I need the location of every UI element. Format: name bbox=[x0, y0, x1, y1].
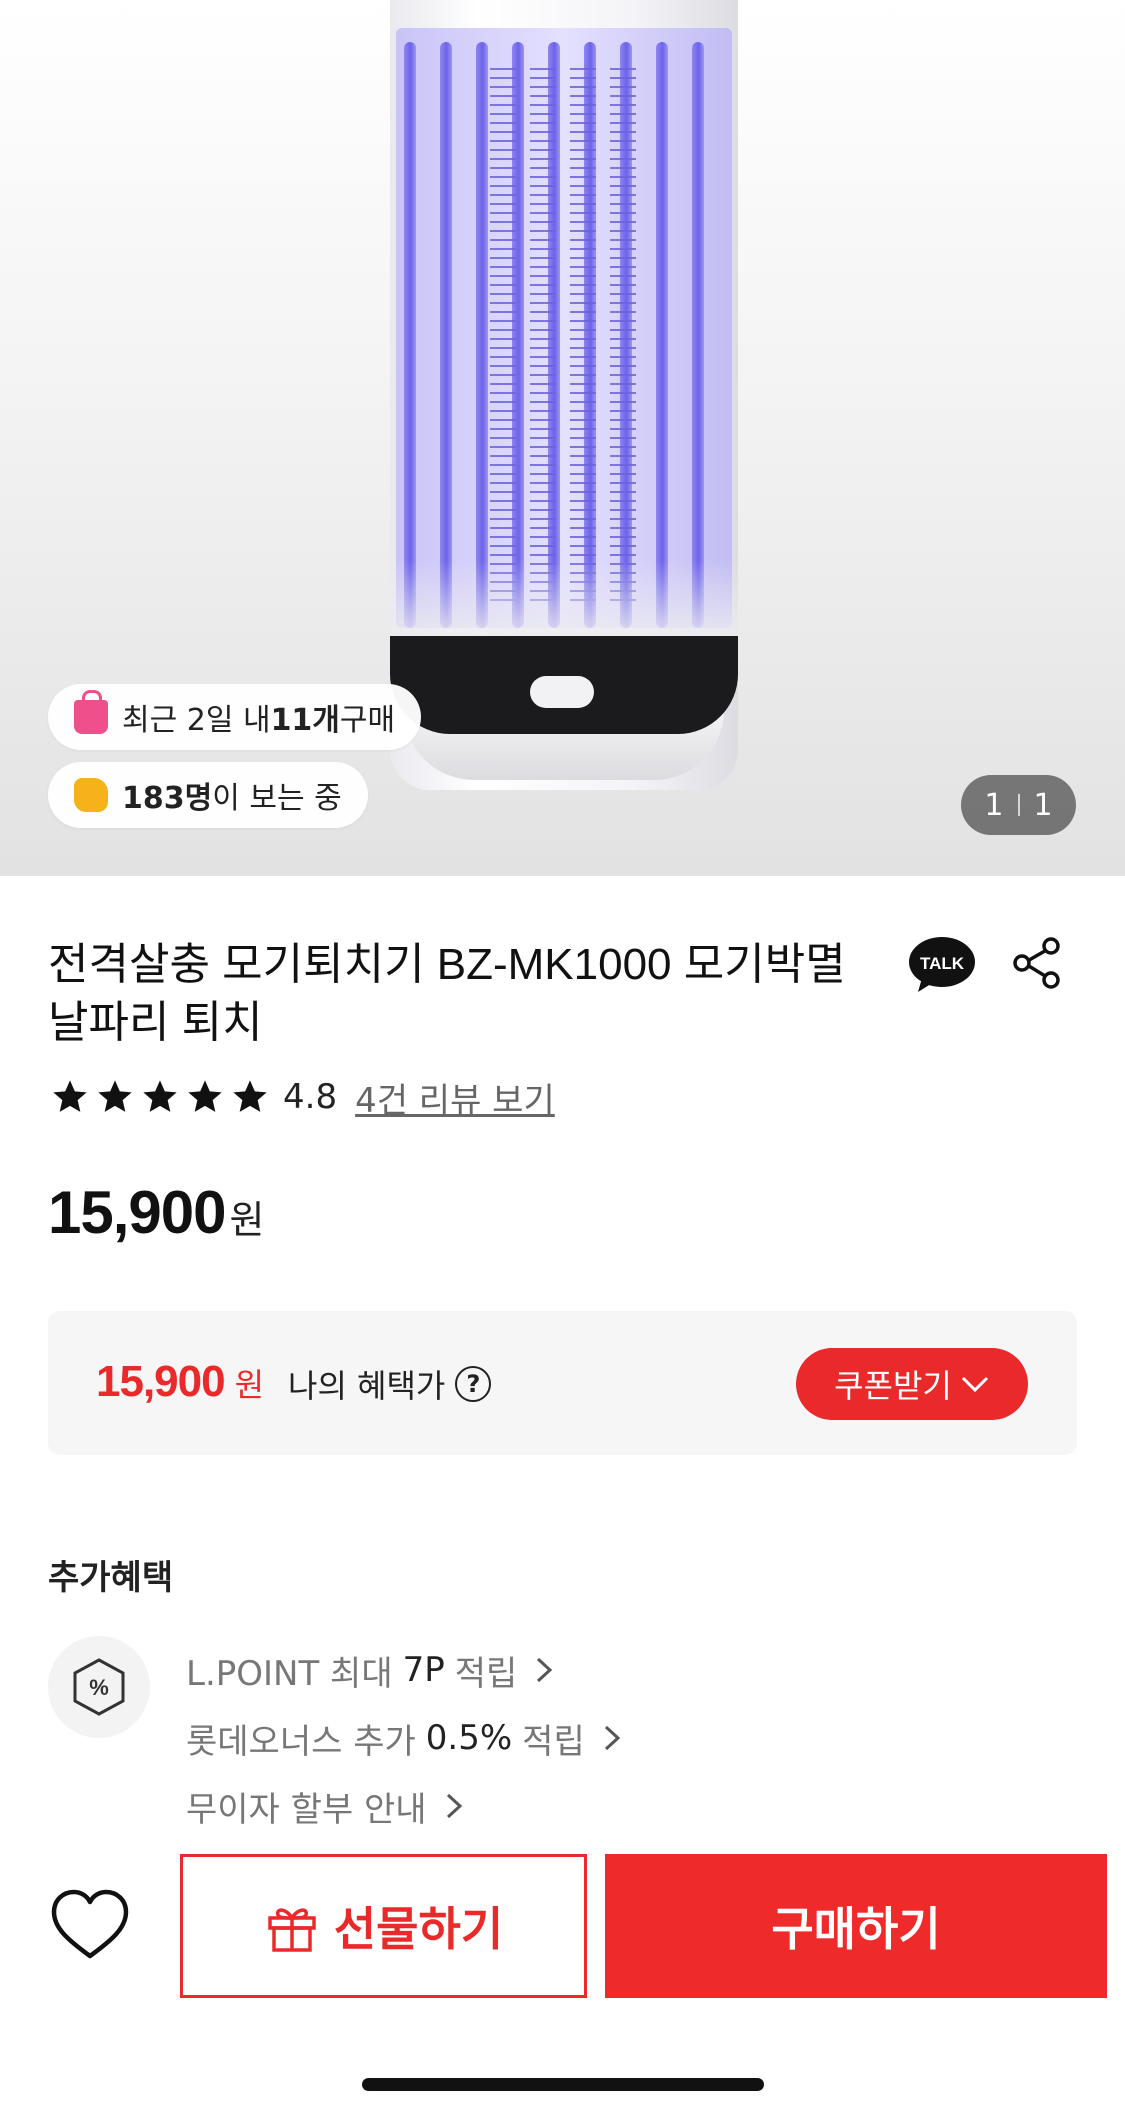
rating-score: 4.8 bbox=[283, 1077, 338, 1117]
image-counter-current: 1 bbox=[984, 787, 1004, 823]
heart-icon[interactable] bbox=[48, 1884, 132, 1968]
shopping-bag-icon bbox=[74, 690, 108, 734]
benefit-price-box: 15,900 원 나의 혜택가 ? 쿠폰받기 bbox=[48, 1311, 1077, 1455]
help-icon[interactable]: ? bbox=[455, 1366, 492, 1402]
buy-button-label: 구매하기 bbox=[771, 1902, 941, 1956]
star-icon bbox=[233, 1080, 267, 1112]
viewers-badge: 183명 이 보는 중 bbox=[48, 762, 368, 828]
price-unit: 원 bbox=[229, 1198, 265, 1242]
buy-button[interactable]: 구매하기 bbox=[605, 1854, 1107, 1998]
chevron-right-icon bbox=[604, 1725, 620, 1751]
benefit-item-prefix: 무이자 할부 안내 bbox=[186, 1789, 427, 1830]
gift-button[interactable]: 선물하기 bbox=[180, 1854, 587, 1998]
bottom-action-bar: 선물하기 구매하기 bbox=[0, 1848, 1125, 2118]
benefit-item-highlight: 7P bbox=[402, 1650, 445, 1690]
price-value: 15,900 bbox=[48, 1179, 227, 1246]
extra-benefits-title: 추가혜택 bbox=[48, 1558, 174, 1598]
share-icon[interactable] bbox=[1010, 936, 1064, 990]
benefit-item-prefix: 롯데오너스 추가 bbox=[186, 1721, 416, 1762]
recent-purchase-badge: 최근 2일 내 11개 구매 bbox=[48, 684, 422, 750]
badge-count: 11개 bbox=[270, 703, 340, 738]
chevron-right-icon bbox=[537, 1657, 553, 1683]
installment-info-item[interactable]: 무이자 할부 안내 bbox=[186, 1772, 621, 1840]
viewer-count: 183명 bbox=[122, 781, 213, 816]
benefit-price-unit: 원 bbox=[234, 1366, 265, 1404]
star-icon bbox=[98, 1080, 132, 1112]
image-counter-divider bbox=[1017, 794, 1020, 816]
viewer-text: 이 보는 중 bbox=[212, 781, 342, 816]
discount-hexagon-icon: % bbox=[73, 1658, 125, 1716]
coupon-button-label: 쿠폰받기 bbox=[834, 1367, 952, 1405]
talk-icon-label: TALK bbox=[920, 954, 965, 973]
benefit-label-text: 나의 혜택가 bbox=[288, 1367, 446, 1405]
gift-icon bbox=[268, 1908, 316, 1952]
kakao-talk-icon[interactable]: TALK bbox=[908, 936, 976, 994]
star-icon bbox=[53, 1080, 87, 1112]
mosquito-zapper-image bbox=[390, 0, 738, 790]
extra-benefits-list: L.POINT 최대 7P 적립 롯데오너스 추가 0.5% 적립 무이자 할부… bbox=[186, 1636, 621, 1840]
benefit-price-label: 나의 혜택가 ? bbox=[288, 1361, 492, 1407]
star-icon bbox=[188, 1080, 222, 1112]
benefit-item-suffix: 적립 bbox=[522, 1721, 585, 1762]
benefit-item-highlight: 0.5% bbox=[425, 1718, 513, 1758]
percent-symbol: % bbox=[89, 1675, 109, 1700]
chevron-down-icon bbox=[961, 1376, 988, 1393]
benefit-item-suffix: 적립 bbox=[454, 1653, 518, 1694]
lpoint-benefit-item[interactable]: L.POINT 최대 7P 적립 bbox=[186, 1636, 621, 1704]
gift-button-label: 선물하기 bbox=[333, 1902, 504, 1956]
badge-text-suffix: 구매 bbox=[339, 703, 396, 738]
image-counter: 1 1 bbox=[961, 775, 1076, 835]
percent-badge-icon: % bbox=[48, 1636, 150, 1738]
benefit-item-prefix: L.POINT 최대 bbox=[186, 1653, 393, 1694]
review-link[interactable]: 4건 리뷰 보기 bbox=[355, 1073, 555, 1122]
thumbs-up-icon bbox=[74, 778, 108, 812]
product-image[interactable]: 최근 2일 내 11개 구매 183명 이 보는 중 1 1 bbox=[0, 0, 1125, 876]
benefit-price-value: 15,900 bbox=[96, 1357, 226, 1406]
coupon-download-button[interactable]: 쿠폰받기 bbox=[796, 1348, 1028, 1420]
benefit-price: 15,900 원 bbox=[96, 1357, 264, 1407]
home-indicator bbox=[362, 2078, 764, 2091]
badge-text-prefix: 최근 2일 내 bbox=[122, 703, 271, 738]
product-title: 전격살충 모기퇴치기 BZ-MK1000 모기박멸 날파리 퇴치 bbox=[48, 940, 846, 1047]
chevron-right-icon bbox=[446, 1793, 462, 1819]
product-price: 15,900 원 bbox=[48, 1178, 264, 1247]
image-counter-total: 1 bbox=[1033, 787, 1053, 823]
rating-row: 4.8 4건 리뷰 보기 bbox=[50, 1072, 555, 1122]
lotte-owners-benefit-item[interactable]: 롯데오너스 추가 0.5% 적립 bbox=[186, 1704, 621, 1772]
star-icon bbox=[143, 1080, 177, 1112]
